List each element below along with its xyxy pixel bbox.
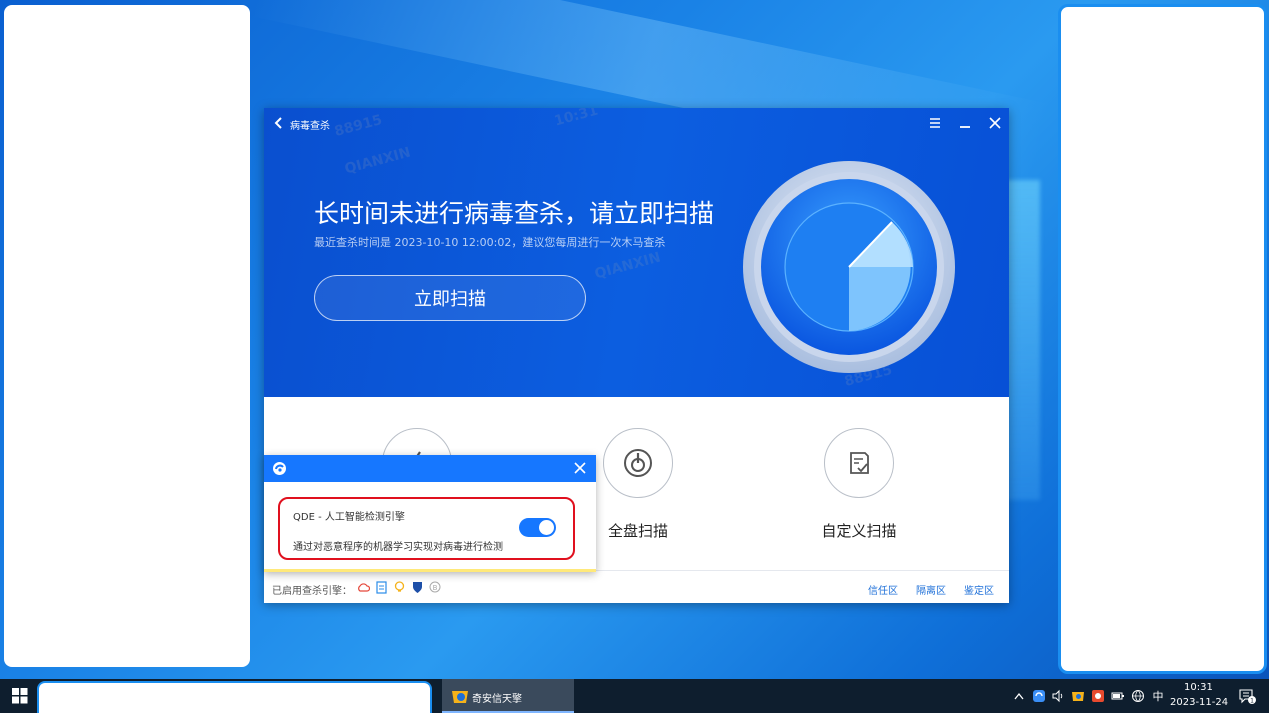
shield-engine-icon[interactable] (410, 580, 424, 594)
popup-header (264, 455, 596, 482)
tray-battery-icon[interactable] (1110, 688, 1126, 704)
custom-scan-label: 自定义扫描 (821, 522, 897, 540)
tray-network-icon[interactable] (1130, 688, 1146, 704)
radar-scan-icon (743, 161, 955, 373)
last-scan-text: 最近查杀时间是 2023-10-10 12:00:02，建议您每周进行一次木马查… (314, 236, 666, 249)
close-icon[interactable] (984, 113, 1006, 133)
status-footer: 已启用查杀引擎： B 信任区 隔离区 鉴定区 (264, 570, 1009, 603)
blank-window-right (1058, 4, 1267, 674)
tray-ime-indicator[interactable]: 中 (1149, 688, 1167, 704)
bulb-engine-icon[interactable] (392, 580, 406, 594)
quarantine-link[interactable]: 隔离区 (916, 582, 946, 597)
qianxin-app-icon (452, 691, 468, 703)
popup-close-icon[interactable] (572, 460, 588, 476)
window-title: 病毒查杀 (290, 121, 330, 132)
power-scan-icon (603, 428, 673, 498)
menu-icon[interactable] (924, 113, 946, 133)
tray-vpn-icon[interactable] (1031, 688, 1047, 704)
svg-text:B: B (433, 584, 438, 592)
blank-window-left (4, 5, 250, 667)
taskbar-app-qianxin[interactable]: 奇安信天擎 (442, 679, 574, 713)
title-bar: 病毒查杀 (264, 108, 1009, 138)
doc-engine-icon[interactable] (374, 580, 388, 594)
watermark: QIANXIN (343, 144, 413, 178)
taskbar-search-area[interactable] (37, 681, 432, 713)
custom-scan-mode[interactable]: 自定义扫描 (799, 428, 919, 541)
back-icon[interactable] (272, 114, 286, 132)
full-scan-label: 全盘扫描 (607, 522, 668, 540)
tray-overflow-icon[interactable] (1012, 688, 1026, 704)
clock-date[interactable]: 2023-11-24 (1170, 697, 1228, 708)
full-scan-mode[interactable]: 全盘扫描 (578, 428, 698, 541)
notification-icon[interactable]: 1 (1236, 688, 1258, 704)
cloud-engine-icon[interactable] (356, 580, 370, 594)
hero-panel: 88915 QIANXIN 10:31 QIANXIN 88915 病毒查杀 长… (264, 108, 1009, 397)
qianxin-logo-icon (273, 462, 286, 475)
identify-zone-link[interactable]: 鉴定区 (964, 582, 994, 597)
engine-title: QDE - 人工智能检测引擎 (293, 512, 405, 523)
headline: 长时间未进行病毒查杀，请立即扫描 (314, 199, 715, 228)
minimize-icon[interactable] (954, 113, 976, 133)
clock-time[interactable]: 10:31 (1184, 682, 1213, 693)
windows-start-icon[interactable] (12, 688, 28, 704)
tray-qianxin-icon[interactable] (1070, 688, 1086, 704)
taskbar-app-label: 奇安信天擎 (472, 694, 522, 705)
engines-label: 已启用查杀引擎： (272, 586, 352, 597)
watermark: QIANXIN (593, 249, 663, 283)
scan-now-button[interactable]: 立即扫描 (314, 275, 586, 321)
engine-description: 通过对恶意程序的机器学习实现对病毒进行检测 (293, 542, 503, 553)
tray-security-icon[interactable] (1090, 688, 1106, 704)
engine-icons: B (356, 580, 442, 594)
circle-engine-icon[interactable]: B (428, 580, 442, 594)
engine-toggle[interactable] (519, 518, 556, 537)
popup-bottom-accent (264, 569, 596, 572)
tray-speaker-icon[interactable] (1050, 688, 1066, 704)
trust-zone-link[interactable]: 信任区 (868, 582, 898, 597)
svg-text:1: 1 (1250, 698, 1254, 705)
custom-check-icon (824, 428, 894, 498)
